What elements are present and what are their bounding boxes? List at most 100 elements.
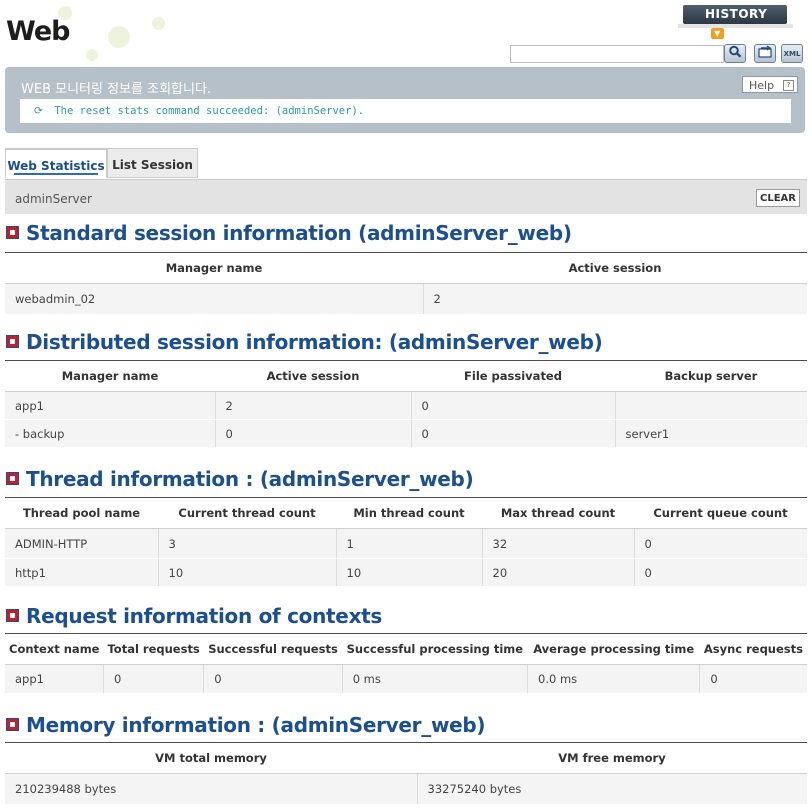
- table-cell: 0: [411, 419, 616, 448]
- column-header: Backup server: [615, 360, 807, 392]
- section-bullet-icon: [6, 226, 19, 239]
- help-icon: ?: [783, 80, 794, 91]
- section-title-distributed-session: Distributed session information: (adminS…: [6, 330, 603, 354]
- history-label: HISTORY: [705, 7, 768, 21]
- section-title-text: Memory information : (adminServer_web): [26, 713, 486, 737]
- section-bullet-icon: [6, 609, 19, 622]
- help-button[interactable]: Help ?: [742, 76, 798, 93]
- table-row: 210239488 bytes 33275240 bytes: [5, 773, 807, 805]
- section-title-standard-session: Standard session information (adminServe…: [6, 221, 572, 245]
- table-cell: 0: [411, 391, 616, 420]
- table-cell: 33275240 bytes: [417, 773, 807, 805]
- clear-button[interactable]: CLEAR: [756, 189, 800, 207]
- table-cell: 1: [336, 528, 483, 559]
- table-row: app1 0 0 0 ms 0.0 ms 0: [5, 664, 807, 694]
- xml-export-icon[interactable]: XML: [781, 44, 803, 63]
- section-title-text: Distributed session information: (adminS…: [26, 330, 603, 354]
- search-icon[interactable]: [724, 44, 746, 63]
- search-input[interactable]: [510, 45, 724, 63]
- section-bullet-icon: [6, 718, 19, 731]
- table-cell: 0 ms: [342, 664, 529, 694]
- info-banner: WEB 모니터링 정보를 조회합니다. Help ? ⟳ The reset s…: [5, 67, 805, 133]
- standard-session-table: Manager name Active session webadmin_02 …: [5, 252, 807, 315]
- active-tab-indicator: [14, 173, 98, 175]
- column-header: Min thread count: [336, 497, 482, 529]
- column-header: Successful processing time: [342, 633, 528, 665]
- column-header: Current thread count: [158, 497, 336, 529]
- column-header: Total requests: [103, 633, 204, 665]
- status-message-text: The reset stats command succeeded: (admi…: [54, 105, 365, 117]
- column-header: Active session: [423, 252, 807, 284]
- table-header-row: Thread pool name Current thread count Mi…: [5, 497, 807, 529]
- table-header-row: Context name Total requests Successful r…: [5, 633, 807, 665]
- table-cell: 2: [423, 283, 807, 315]
- table-cell: webadmin_02: [5, 283, 424, 315]
- column-header: Max thread count: [482, 497, 634, 529]
- section-title-request-info: Request information of contexts: [6, 604, 382, 628]
- table-cell: 0: [634, 558, 807, 587]
- server-bar: adminServer CLEAR: [5, 179, 807, 214]
- column-header: Thread pool name: [5, 497, 158, 529]
- chevron-down-icon: ▼: [711, 28, 724, 39]
- table-row: ADMIN-HTTP 3 1 32 0: [5, 528, 807, 559]
- table-cell: ADMIN-HTTP: [5, 528, 159, 559]
- section-title-text: Request information of contexts: [26, 604, 383, 628]
- refresh-icon[interactable]: [754, 44, 776, 63]
- table-cell: app1: [5, 664, 104, 694]
- table-header-row: VM total memory VM free memory: [5, 742, 807, 774]
- table-header-row: Manager name Active session File passiva…: [5, 360, 807, 392]
- table-cell: 0.0 ms: [527, 664, 701, 694]
- column-header: Current queue count: [634, 497, 807, 529]
- server-name: adminServer: [15, 192, 92, 206]
- status-message: ⟳ The reset stats command succeeded: (ad…: [20, 99, 791, 123]
- tab-label: List Session: [112, 158, 193, 172]
- table-row: webadmin_02 2: [5, 283, 807, 315]
- table-cell: 0: [699, 664, 807, 694]
- table-cell: - backup: [5, 419, 216, 448]
- table-cell: 0: [103, 664, 205, 694]
- request-info-table: Context name Total requests Successful r…: [5, 633, 807, 694]
- section-title-text: Standard session information (adminServe…: [26, 221, 572, 245]
- section-bullet-icon: [6, 335, 19, 348]
- help-label: Help: [749, 79, 775, 92]
- table-cell: 0: [203, 664, 343, 694]
- table-cell: 10: [158, 558, 337, 587]
- table-cell: [615, 391, 807, 420]
- column-header: VM free memory: [417, 742, 807, 774]
- tab-list-session[interactable]: List Session: [107, 148, 198, 178]
- tab-web-statistics[interactable]: Web Statistics: [5, 148, 107, 178]
- section-title-thread-info: Thread information : (adminServer_web): [6, 467, 474, 491]
- table-cell: server1: [615, 419, 807, 448]
- table-row: http1 10 10 20 0: [5, 558, 807, 587]
- tab-label: Web Statistics: [7, 159, 105, 173]
- table-cell: 0: [215, 419, 412, 448]
- banner-title: WEB 모니터링 정보를 조회합니다.: [21, 82, 212, 97]
- table-row: app1 2 0: [5, 391, 807, 420]
- column-header: Manager name: [5, 360, 215, 392]
- table-cell: app1: [5, 391, 216, 420]
- section-bullet-icon: [6, 472, 19, 485]
- refresh-status-icon: ⟳: [34, 105, 43, 117]
- table-cell: 2: [215, 391, 412, 420]
- section-title-memory-info: Memory information : (adminServer_web): [6, 713, 486, 737]
- page-title: Web: [6, 16, 70, 47]
- table-cell: 32: [482, 528, 635, 559]
- column-header: Average processing time: [527, 633, 700, 665]
- thread-info-table: Thread pool name Current thread count Mi…: [5, 497, 807, 587]
- table-header-row: Manager name Active session: [5, 252, 807, 284]
- column-header: Active session: [215, 360, 411, 392]
- history-button[interactable]: HISTORY ▼: [683, 5, 787, 39]
- memory-info-table: VM total memory VM free memory 210239488…: [5, 742, 807, 805]
- history-divider: [678, 24, 793, 28]
- table-cell: 210239488 bytes: [5, 773, 418, 805]
- column-header: File passivated: [411, 360, 615, 392]
- table-cell: 10: [336, 558, 483, 587]
- column-header: Context name: [5, 633, 104, 665]
- section-title-text: Thread information : (adminServer_web): [26, 467, 474, 491]
- table-cell: 3: [158, 528, 337, 559]
- table-cell: 20: [482, 558, 635, 587]
- xml-label: XML: [783, 50, 801, 58]
- column-header: Manager name: [5, 252, 423, 284]
- distributed-session-table: Manager name Active session File passiva…: [5, 360, 807, 448]
- table-cell: http1: [5, 558, 159, 587]
